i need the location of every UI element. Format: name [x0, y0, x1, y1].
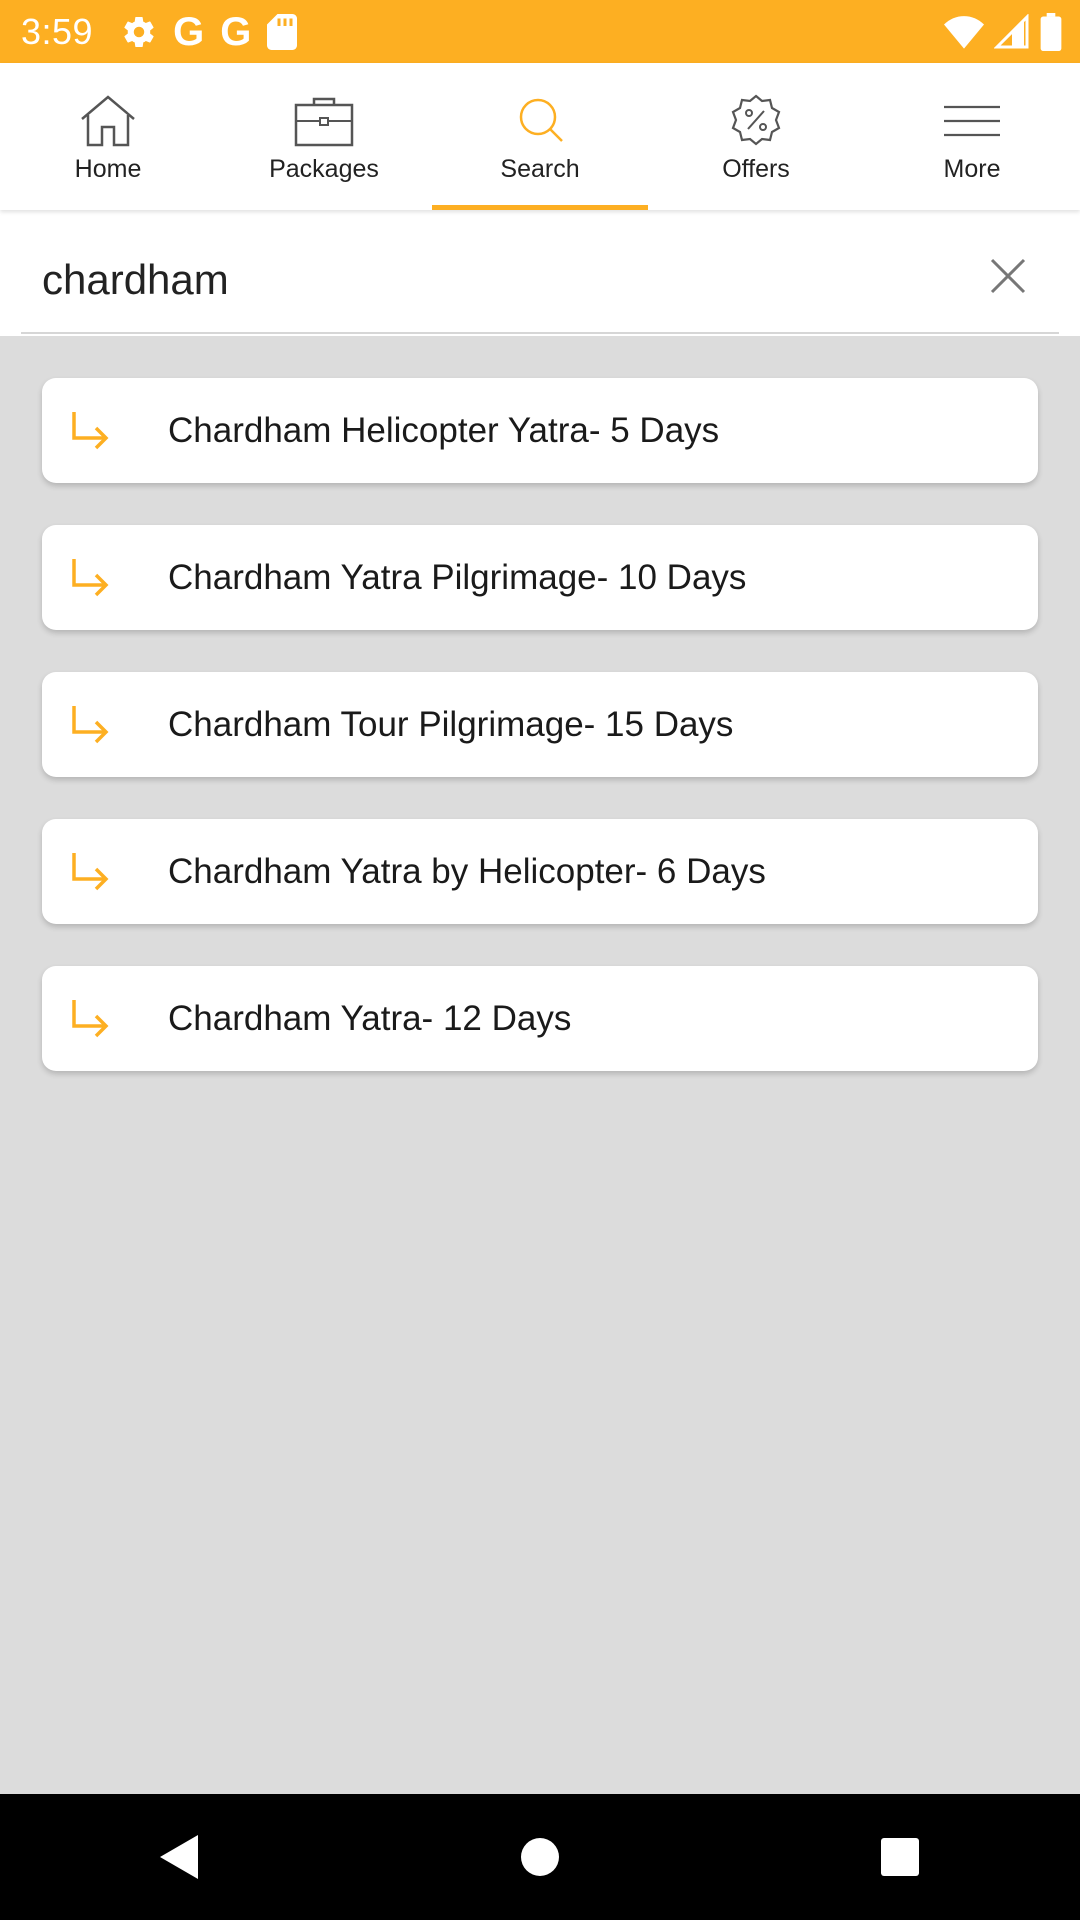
tab-offers-label: Offers: [722, 155, 790, 183]
search-underline: [21, 332, 1059, 334]
back-button[interactable]: [150, 1827, 210, 1887]
tab-offers[interactable]: Offers: [648, 63, 864, 210]
briefcase-icon: [294, 97, 354, 147]
search-results-list: Chardham Helicopter Yatra- 5 Days Chardh…: [42, 378, 1038, 1113]
tab-home-label: Home: [74, 155, 142, 183]
tab-packages-label: Packages: [269, 155, 379, 183]
tab-more[interactable]: More: [864, 63, 1080, 210]
status-bar: 3:59 G G: [0, 0, 1080, 63]
arrow-turn-down-right-icon: [72, 1000, 109, 1038]
tab-search[interactable]: Search: [432, 63, 648, 210]
search-input[interactable]: [42, 250, 942, 310]
google-icon: G: [220, 9, 252, 54]
battery-icon: [1040, 12, 1062, 51]
recents-button[interactable]: [870, 1827, 930, 1887]
system-navigation-bar: [0, 1794, 1080, 1920]
hamburger-menu-icon: [944, 105, 1000, 137]
search-result-label: Chardham Yatra by Helicopter- 6 Days: [168, 851, 766, 891]
search-bar: [0, 210, 1080, 336]
search-result-item[interactable]: Chardham Yatra Pilgrimage- 10 Days: [42, 525, 1038, 630]
top-navigation: Home Packages Search Offers More: [0, 63, 1080, 210]
status-system-icons: [944, 0, 1062, 63]
tab-home[interactable]: Home: [0, 63, 216, 210]
wifi-icon: [944, 15, 984, 49]
search-result-label: Chardham Yatra Pilgrimage- 10 Days: [168, 557, 747, 597]
search-result-item[interactable]: Chardham Helicopter Yatra- 5 Days: [42, 378, 1038, 483]
search-result-label: Chardham Yatra- 12 Days: [168, 998, 572, 1038]
home-button[interactable]: [510, 1827, 570, 1887]
tab-more-label: More: [943, 155, 1001, 183]
tab-packages[interactable]: Packages: [216, 63, 432, 210]
settings-gear-icon: [124, 16, 154, 47]
search-result-label: Chardham Helicopter Yatra- 5 Days: [168, 410, 720, 450]
sd-card-icon: [267, 13, 298, 50]
arrow-turn-down-right-icon: [72, 706, 109, 744]
active-tab-indicator: [432, 205, 648, 210]
cell-signal-icon: [994, 13, 1029, 48]
home-icon: [81, 95, 135, 147]
search-result-item[interactable]: Chardham Yatra by Helicopter- 6 Days: [42, 819, 1038, 924]
arrow-turn-down-right-icon: [72, 559, 109, 597]
arrow-turn-down-right-icon: [72, 853, 109, 891]
status-notification-icons: G G: [121, 9, 298, 54]
search-result-item[interactable]: Chardham Tour Pilgrimage- 15 Days: [42, 672, 1038, 777]
tab-search-label: Search: [500, 155, 580, 183]
arrow-turn-down-right-icon: [72, 412, 109, 450]
search-icon: [519, 98, 563, 142]
back-triangle-icon: [160, 1835, 198, 1879]
google-icon: G: [173, 9, 205, 54]
offers-badge-icon: [731, 94, 781, 146]
clear-search-icon[interactable]: [984, 252, 1032, 300]
search-result-label: Chardham Tour Pilgrimage- 15 Days: [168, 704, 734, 744]
recents-square-icon: [881, 1838, 919, 1876]
status-time: 3:59: [21, 10, 94, 52]
home-circle-icon: [521, 1838, 559, 1876]
search-result-item[interactable]: Chardham Yatra- 12 Days: [42, 966, 1038, 1071]
